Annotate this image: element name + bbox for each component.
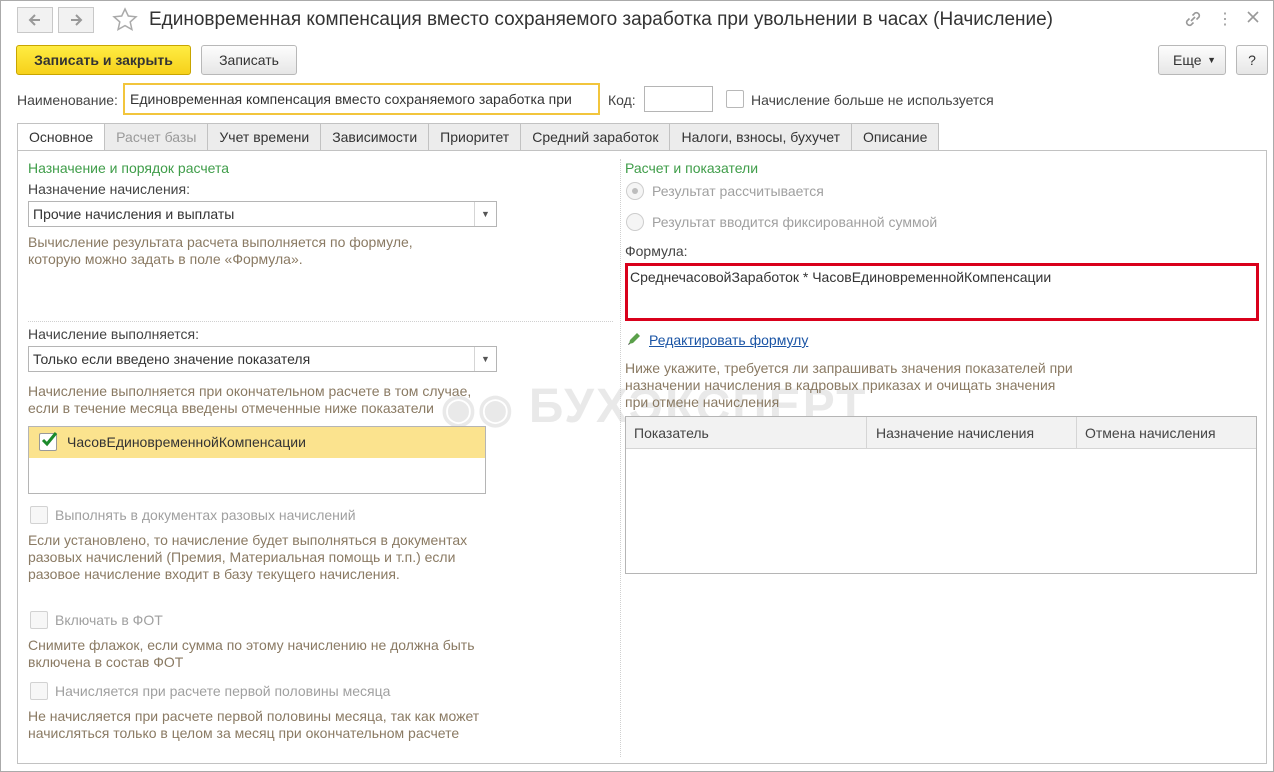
purpose-select-value: Прочие начисления и выплаты [33, 206, 235, 222]
fot-checkbox[interactable] [30, 611, 48, 629]
tab-time-accounting[interactable]: Учет времени [208, 123, 322, 151]
purpose-hint: Вычисление результата расчета выполняетс… [28, 234, 413, 267]
column-divider [620, 159, 621, 757]
first-half-checkbox[interactable] [30, 682, 48, 700]
tab-dependencies[interactable]: Зависимости [321, 123, 430, 151]
radio-fixed-label: Результат вводится фиксированной суммой [652, 214, 938, 230]
one-time-hint: Если установлено, то начисление будет вы… [28, 532, 468, 582]
column-divider [866, 417, 867, 449]
left-section-title: Назначение и порядок расчета [28, 160, 230, 176]
close-icon[interactable] [1245, 9, 1261, 30]
more-button[interactable]: Еще ▼ [1158, 45, 1226, 75]
dropdown-arrow-icon: ▼ [474, 202, 496, 226]
fot-label: Включать в ФОТ [55, 612, 163, 628]
code-input[interactable] [644, 86, 713, 112]
code-label: Код: [608, 92, 636, 108]
radio-calculated[interactable] [626, 182, 644, 200]
more-menu-icon[interactable]: ⋮ [1217, 9, 1233, 29]
exec-select-value: Только если введено значение показателя [33, 351, 311, 367]
pencil-icon [626, 331, 642, 350]
exec-label: Начисление выполняется: [28, 326, 199, 342]
checkmark-icon [41, 432, 58, 447]
chevron-down-icon: ▼ [1207, 55, 1216, 65]
first-half-hint: Не начисляется при расчете первой полови… [28, 708, 480, 741]
exec-select[interactable]: Только если введено значение показателя … [28, 346, 497, 372]
favorite-star-icon[interactable] [111, 6, 139, 37]
formula-text: СреднечасовойЗаработок * ЧасовЕдиновреме… [630, 269, 1052, 285]
column-divider [1076, 417, 1077, 449]
save-and-close-button[interactable]: Записать и закрыть [16, 45, 191, 75]
name-label: Наименование: [17, 92, 118, 108]
arrow-left-icon [28, 14, 40, 26]
right-section-title: Расчет и показатели [625, 160, 759, 176]
edit-formula-link[interactable]: Редактировать формулу [649, 332, 808, 348]
formula-label: Формула: [625, 243, 688, 259]
more-button-label: Еще [1173, 52, 1202, 68]
save-button[interactable]: Записать [201, 45, 297, 75]
radio-fixed-amount[interactable] [626, 213, 644, 231]
indicator-label: ЧасовЕдиновременнойКомпенсации [67, 434, 306, 450]
purpose-label: Назначение начисления: [28, 181, 190, 197]
help-button[interactable]: ? [1236, 45, 1268, 75]
first-half-label: Начисляется при расчете первой половины … [55, 683, 391, 699]
tab-bar: Основное Расчет базы Учет времени Зависи… [17, 123, 940, 151]
one-time-checkbox[interactable] [30, 506, 48, 524]
back-button[interactable] [17, 7, 53, 33]
indicators-hint: Ниже укажите, требуется ли запрашивать з… [625, 360, 1073, 410]
tab-priority[interactable]: Приоритет [429, 123, 522, 151]
exec-hint: Начисление выполняется при окончательном… [28, 383, 472, 416]
column-assignment[interactable]: Назначение начисления [876, 425, 1034, 441]
unused-checkbox[interactable] [726, 90, 744, 108]
fot-hint: Снимите флажок, если сумма по этому начи… [28, 637, 475, 670]
indicators-list: ЧасовЕдиновременнойКомпенсации [28, 426, 486, 494]
table-header-row: Показатель Назначение начисления Отмена … [626, 417, 1256, 449]
list-item[interactable]: ЧасовЕдиновременнойКомпенсации [29, 427, 485, 458]
link-icon[interactable] [1183, 9, 1203, 34]
name-input[interactable]: Единовременная компенсация вместо сохран… [123, 83, 600, 115]
radio-calculated-label: Результат рассчитывается [652, 183, 824, 199]
tab-description[interactable]: Описание [851, 123, 940, 151]
section-divider [28, 321, 613, 322]
indicator-checkbox[interactable] [39, 432, 58, 451]
document-window: Единовременная компенсация вместо сохран… [0, 0, 1274, 772]
tab-average-earnings[interactable]: Средний заработок [521, 123, 671, 151]
indicators-table: Показатель Назначение начисления Отмена … [625, 416, 1257, 574]
column-indicator[interactable]: Показатель [634, 425, 709, 441]
unused-label: Начисление больше не используется [751, 92, 994, 108]
tab-main[interactable]: Основное [17, 123, 106, 151]
tab-taxes[interactable]: Налоги, взносы, бухучет [670, 123, 852, 151]
dropdown-arrow-icon: ▼ [474, 347, 496, 371]
arrow-right-icon [71, 14, 83, 26]
window-title: Единовременная компенсация вместо сохран… [149, 9, 1054, 30]
column-cancellation[interactable]: Отмена начисления [1085, 425, 1216, 441]
tab-base-calculation[interactable]: Расчет базы [105, 123, 209, 151]
purpose-select[interactable]: Прочие начисления и выплаты ▼ [28, 201, 497, 227]
one-time-label: Выполнять в документах разовых начислени… [55, 507, 356, 523]
formula-field[interactable]: СреднечасовойЗаработок * ЧасовЕдиновреме… [625, 263, 1259, 321]
forward-button[interactable] [58, 7, 94, 33]
